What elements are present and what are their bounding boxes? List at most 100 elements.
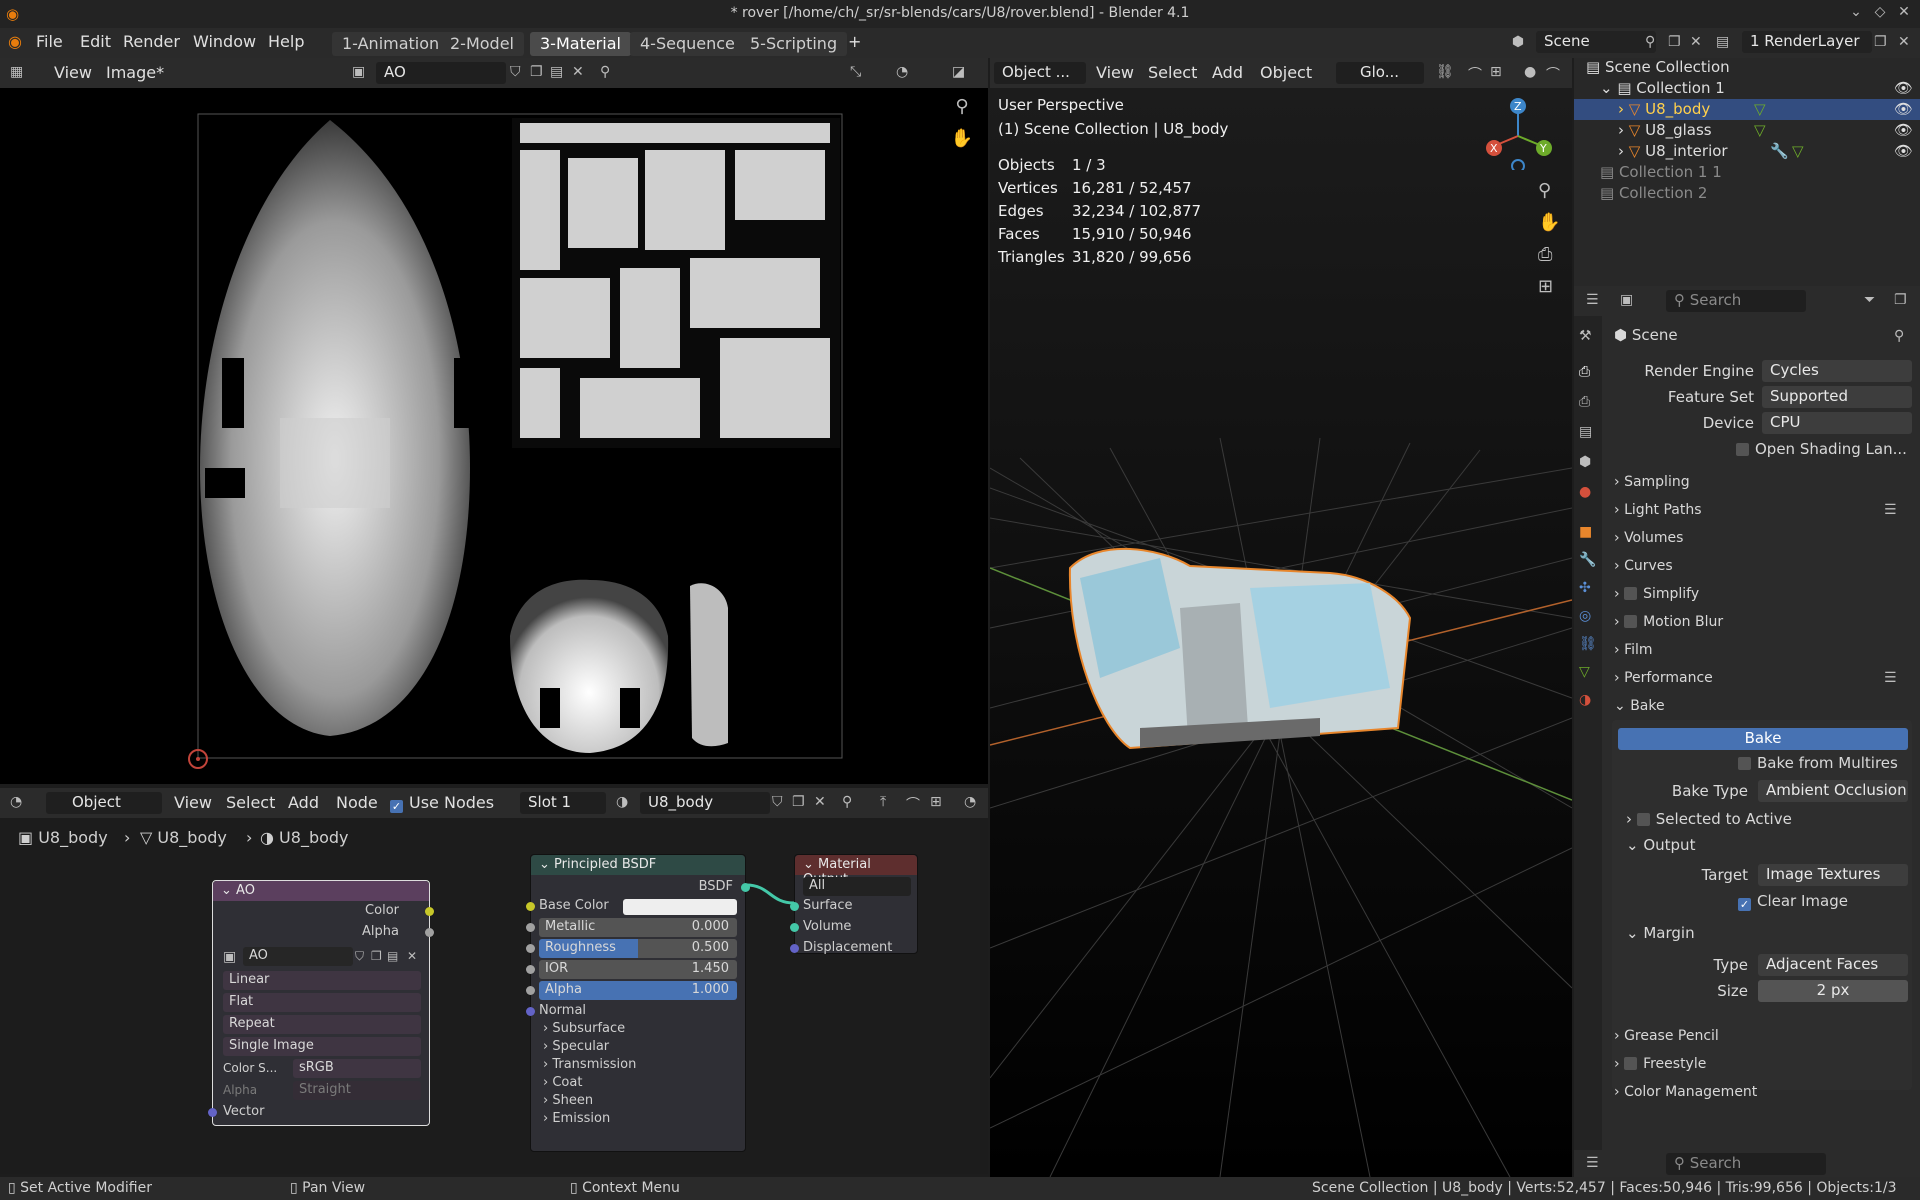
outliner-collection-1-1[interactable]: ▤ Collection 1 1 (1600, 163, 1722, 181)
viewport-add-menu[interactable]: Add (1212, 63, 1243, 82)
base-color-socket[interactable] (526, 902, 535, 911)
physics-tab-icon[interactable]: ◎ (1579, 608, 1591, 624)
unlink-icon[interactable]: ✕ (407, 949, 417, 963)
scene-tab-icon[interactable]: ⬢ (1579, 454, 1591, 470)
node-select-menu[interactable]: Select (226, 793, 275, 812)
copy-icon[interactable]: ❐ (792, 794, 805, 810)
orientation-dropdown[interactable]: Glo... (1336, 62, 1424, 84)
outliner-scene-collection[interactable]: ▤ Scene Collection (1586, 58, 1730, 76)
ao-image-texture-node[interactable]: ⌄ AO Color Alpha ▣ AO ⛉ ❐ ▤ ✕ Linear Fla… (208, 880, 434, 1126)
presets-list-icon[interactable]: ☰ (1884, 670, 1897, 686)
displacement-socket[interactable] (790, 944, 799, 953)
copy-icon[interactable]: ❐ (1668, 34, 1681, 50)
output-target-dropdown[interactable]: All (803, 877, 911, 896)
bake-type-dropdown[interactable]: Ambient Occlusion (1758, 780, 1908, 802)
color-space-dropdown[interactable]: sRGB (293, 1059, 421, 1078)
outliner-collection-1[interactable]: ⌄ ▤ Collection 1 (1600, 79, 1725, 97)
node-editor-canvas[interactable]: ▣ U8_body › ▽ U8_body › ◑ U8_body ⌄ AO C… (0, 818, 988, 1174)
visibility-icon[interactable]: 👁 (1894, 100, 1913, 118)
pin-icon[interactable]: ⚲ (600, 64, 610, 80)
pin-icon[interactable]: ⚲ (1645, 34, 1655, 50)
normal-socket[interactable] (526, 1007, 535, 1016)
ao-image-field[interactable]: AO (243, 947, 353, 966)
open-image-icon[interactable]: ▤ (550, 64, 563, 80)
menu-window[interactable]: Window (193, 32, 256, 51)
world-tab-icon[interactable]: ● (1579, 484, 1591, 500)
use-nodes-checkbox[interactable]: ✓ Use Nodes (390, 793, 494, 813)
viewport-select-menu[interactable]: Select (1148, 63, 1197, 82)
bake-panel[interactable]: ⌄ Bake (1614, 698, 1665, 714)
editor-type-icon[interactable]: ▦ (10, 64, 23, 80)
shield-icon[interactable]: ⛉ (772, 794, 783, 810)
renderlayer-selector[interactable]: 1 RenderLayer (1742, 31, 1872, 53)
curves-panel[interactable]: › Curves (1614, 558, 1673, 574)
outliner-search-input[interactable]: ⚲ Search (1666, 290, 1806, 312)
motion-blur-panel[interactable]: › Motion Blur (1614, 614, 1723, 630)
render-engine-dropdown[interactable]: Cycles (1762, 360, 1912, 382)
color-management-panel[interactable]: › Color Management (1614, 1084, 1757, 1100)
close-icon[interactable]: ✕ (1898, 34, 1910, 50)
node-view-menu[interactable]: View (174, 793, 212, 812)
volumes-panel[interactable]: › Volumes (1614, 530, 1683, 546)
freestyle-panel[interactable]: › Freestyle (1614, 1056, 1706, 1072)
margin-type-dropdown[interactable]: Adjacent Faces (1758, 954, 1908, 976)
menu-render[interactable]: Render (123, 32, 180, 51)
axis-gizmo[interactable]: Z X Y (1482, 94, 1552, 170)
margin-subpanel[interactable]: ⌄ Margin (1626, 924, 1695, 942)
sampling-panel[interactable]: › Sampling (1614, 474, 1690, 490)
scene-selector[interactable]: Scene (1536, 31, 1656, 53)
unlink-icon[interactable]: ✕ (572, 64, 584, 80)
ao-alpha-socket[interactable] (425, 928, 434, 937)
slot-dropdown[interactable]: Slot 1 (520, 792, 606, 814)
shader-type-dropdown[interactable]: Object (46, 792, 162, 814)
pin-icon[interactable]: ⚲ (1894, 328, 1904, 344)
tool-tab-icon[interactable]: ⚒ (1579, 328, 1592, 344)
maximize-icon[interactable]: ◇ (1870, 4, 1890, 24)
feature-set-dropdown[interactable]: Supported (1762, 386, 1912, 408)
visibility-icon[interactable]: 👁 (1894, 142, 1913, 160)
osl-checkbox[interactable]: Open Shading Lan... (1736, 440, 1907, 458)
visibility-icon[interactable]: 👁 (1894, 79, 1913, 97)
pan-hand-icon[interactable]: ✋ (1538, 212, 1560, 233)
menu-help[interactable]: Help (268, 32, 304, 51)
device-dropdown[interactable]: CPU (1762, 412, 1912, 434)
tab-sequence[interactable]: 4-Sequence (630, 32, 745, 56)
target-dropdown[interactable]: Image Textures (1758, 864, 1908, 886)
tab-scripting[interactable]: 5-Scripting (740, 32, 848, 56)
light-paths-panel[interactable]: › Light Paths (1614, 502, 1702, 518)
new-image-icon[interactable]: ❐ (530, 64, 543, 80)
outliner-editor-icon[interactable]: ☰ (1586, 292, 1599, 308)
visibility-icon[interactable]: 👁 (1894, 121, 1913, 139)
emission-panel[interactable]: › Emission (543, 1111, 610, 1126)
outliner-u8-glass[interactable]: › ▽ U8_glass (1618, 121, 1712, 139)
camera-icon[interactable]: ⎙ (1538, 244, 1552, 265)
outliner-u8-body[interactable]: › ▽ U8_body (1618, 100, 1710, 118)
display-channels-icon[interactable]: ◪ (952, 64, 965, 80)
subsurface-panel[interactable]: › Subsurface (543, 1021, 625, 1036)
interpolation-dropdown[interactable]: Linear (223, 971, 421, 990)
grid-icon[interactable]: ⊞ (930, 794, 942, 810)
render-tab-icon[interactable]: ⎙ (1579, 364, 1590, 380)
output-subpanel[interactable]: ⌄ Output (1626, 836, 1695, 854)
open-image-icon[interactable]: ▤ (387, 949, 398, 963)
minimize-icon[interactable]: ⌄ (1846, 4, 1866, 24)
object-mode-dropdown[interactable]: Object ... (994, 62, 1086, 84)
roughness-field[interactable]: Roughness 0.500 (539, 939, 737, 958)
parent-icon[interactable]: ⤒ (880, 794, 886, 810)
transmission-panel[interactable]: › Transmission (543, 1057, 636, 1072)
copy-icon[interactable]: ❐ (1874, 34, 1887, 50)
uv-sync-icon[interactable]: ⤡ (850, 64, 861, 80)
image-editor-canvas[interactable]: ⚲ ✋ (0, 88, 988, 784)
image-name-field[interactable]: AO (376, 62, 506, 84)
properties-search-input[interactable]: ⚲ Search (1666, 1153, 1826, 1175)
ortho-grid-icon[interactable]: ⊞ (1538, 276, 1553, 297)
menu-edit[interactable]: Edit (80, 32, 111, 51)
modifier-tab-icon[interactable]: 🔧 (1579, 552, 1596, 568)
surface-socket[interactable] (790, 902, 799, 911)
vector-socket[interactable] (208, 1108, 217, 1117)
proportional-icon[interactable]: ● (1524, 64, 1536, 80)
snap-icon[interactable]: ⌒ (906, 794, 920, 814)
image-menu[interactable]: Image* (106, 63, 164, 82)
margin-size-field[interactable]: 2 px (1758, 980, 1908, 1002)
overlay-icon[interactable]: ◔ (964, 794, 976, 810)
